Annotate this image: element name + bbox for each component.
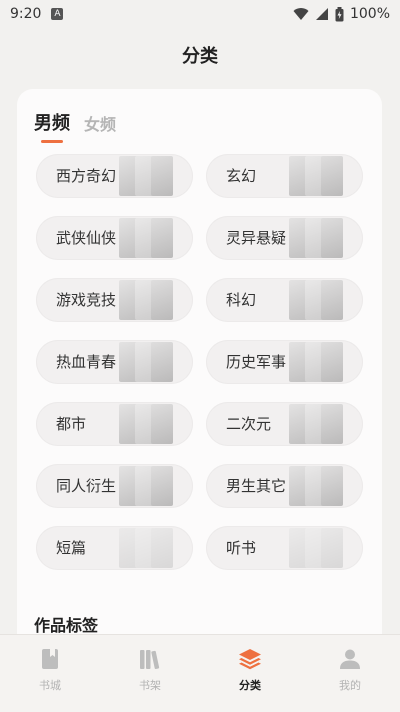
tab-male-label: 男频 <box>34 113 70 134</box>
nav-categories[interactable]: 分类 <box>200 635 300 712</box>
bookshelf-icon <box>140 650 160 670</box>
nav-bookstore[interactable]: 书城 <box>0 635 100 712</box>
book-icon <box>42 649 58 669</box>
category-label: 武侠仙侠 <box>56 229 117 247</box>
book-covers-thumbnail <box>287 528 345 568</box>
page-title: 分类 <box>182 46 218 67</box>
tab-female-label: 女频 <box>84 115 117 134</box>
category-youth[interactable]: 热血青春 <box>36 340 193 384</box>
category-fan-fiction[interactable]: 同人衍生 <box>36 464 193 508</box>
layers-icon <box>239 649 261 670</box>
book-covers-thumbnail <box>117 466 175 506</box>
category-label: 短篇 <box>56 539 87 557</box>
book-covers-thumbnail <box>287 466 345 506</box>
book-covers-thumbnail <box>117 404 175 444</box>
category-label: 听书 <box>226 539 257 557</box>
nav-bookshelf[interactable]: 书架 <box>100 635 200 712</box>
cellular-signal-icon <box>315 8 328 20</box>
nav-label: 书架 <box>139 679 161 692</box>
category-label: 热血青春 <box>56 353 117 371</box>
status-right: 100% <box>293 6 390 22</box>
book-covers-thumbnail <box>117 528 175 568</box>
category-gaming-sports[interactable]: 游戏竞技 <box>36 278 193 322</box>
category-wuxia-xianxia[interactable]: 武侠仙侠 <box>36 216 193 260</box>
book-covers-thumbnail <box>287 280 345 320</box>
category-label: 同人衍生 <box>56 477 117 495</box>
category-label: 都市 <box>56 415 87 433</box>
active-tab-indicator <box>41 140 63 143</box>
book-covers-thumbnail <box>287 404 345 444</box>
battery-icon <box>335 6 344 21</box>
category-card: 男频 女频 西方奇幻 玄幻 武侠仙侠 灵异悬疑 游戏竞技 科幻 热血青春 历史军… <box>17 89 382 649</box>
category-history-military[interactable]: 历史军事 <box>206 340 363 384</box>
book-covers-thumbnail <box>117 156 175 196</box>
nav-label: 书城 <box>39 679 61 692</box>
status-left: 9:20 A <box>10 6 64 22</box>
category-label: 游戏竞技 <box>56 291 117 309</box>
category-anime[interactable]: 二次元 <box>206 402 363 446</box>
nav-label: 我的 <box>339 679 361 692</box>
category-label: 西方奇幻 <box>56 167 117 185</box>
tab-male[interactable]: 男频 <box>34 109 70 143</box>
user-icon <box>340 649 360 669</box>
battery-percentage: 100% <box>349 6 390 22</box>
notification-app-icon: A <box>51 8 64 20</box>
book-covers-thumbnail <box>117 280 175 320</box>
tab-female[interactable]: 女频 <box>84 111 116 135</box>
gender-tabs: 男频 女频 <box>34 109 116 143</box>
book-covers-thumbnail <box>287 218 345 258</box>
category-audiobooks[interactable]: 听书 <box>206 526 363 570</box>
category-supernatural-suspense[interactable]: 灵异悬疑 <box>206 216 363 260</box>
category-urban[interactable]: 都市 <box>36 402 193 446</box>
category-label: 二次元 <box>226 415 272 433</box>
bottom-navigation: 书城 书架 分类 我的 <box>0 634 400 712</box>
section-header-tags: 作品标签 <box>34 616 99 635</box>
status-time: 9:20 <box>10 6 42 22</box>
category-male-other[interactable]: 男生其它 <box>206 464 363 508</box>
nav-profile[interactable]: 我的 <box>300 635 400 712</box>
category-xuanhuan[interactable]: 玄幻 <box>206 154 363 198</box>
category-scifi[interactable]: 科幻 <box>206 278 363 322</box>
book-covers-thumbnail <box>287 342 345 382</box>
category-label: 科幻 <box>226 291 257 309</box>
category-label: 灵异悬疑 <box>226 229 287 247</box>
category-label: 历史军事 <box>226 353 287 371</box>
category-label: 玄幻 <box>226 167 257 185</box>
category-short-stories[interactable]: 短篇 <box>36 526 193 570</box>
book-covers-thumbnail <box>287 156 345 196</box>
book-covers-thumbnail <box>117 218 175 258</box>
book-covers-thumbnail <box>117 342 175 382</box>
nav-label: 分类 <box>239 679 261 692</box>
category-western-fantasy[interactable]: 西方奇幻 <box>36 154 193 198</box>
wifi-icon <box>293 8 309 20</box>
status-bar: 9:20 A 100% <box>0 0 400 28</box>
category-label: 男生其它 <box>226 477 287 495</box>
